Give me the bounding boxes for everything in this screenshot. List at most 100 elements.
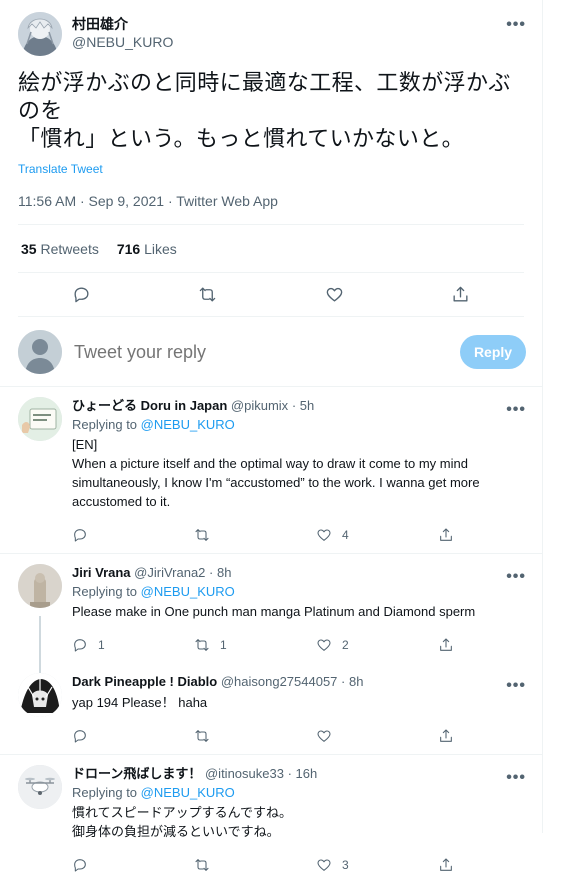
reply-avatar[interactable] bbox=[18, 397, 62, 441]
likes-label: Likes bbox=[144, 240, 177, 257]
reply-author-name[interactable]: Jiri Vrana bbox=[72, 565, 131, 580]
replying-to-link[interactable]: @NEBU_KURO bbox=[141, 417, 235, 432]
reply-like-button[interactable]: 2 bbox=[308, 637, 430, 653]
reply-reply-button[interactable] bbox=[64, 857, 186, 873]
tweet-stats: 35 Retweets 716 Likes bbox=[18, 225, 524, 273]
user-avatar[interactable] bbox=[18, 329, 62, 374]
reply-avatar[interactable] bbox=[18, 673, 62, 717]
reply-share-button[interactable] bbox=[430, 527, 470, 543]
reply-button[interactable]: Reply bbox=[460, 334, 526, 369]
reply-like-button[interactable]: 3 bbox=[308, 857, 430, 873]
reply-author-handle[interactable]: @haisong27544057 bbox=[221, 674, 338, 689]
reply-like-button[interactable]: 4 bbox=[308, 527, 430, 543]
author-handle[interactable]: @NEBU_KURO bbox=[72, 33, 173, 51]
more-options-icon[interactable]: ••• bbox=[506, 568, 526, 586]
retweet-icon bbox=[195, 639, 209, 651]
reply-icon bbox=[74, 639, 86, 652]
more-options-icon[interactable]: ••• bbox=[506, 16, 526, 34]
more-options-icon[interactable]: ••• bbox=[506, 677, 526, 695]
reply-time[interactable]: · 16h bbox=[288, 766, 318, 781]
likes-stat[interactable]: 716 Likes bbox=[117, 241, 177, 257]
reply-avatar[interactable] bbox=[18, 765, 62, 809]
reply-reply-button[interactable] bbox=[64, 728, 186, 744]
retweets-count: 35 bbox=[21, 240, 37, 257]
tweet-timestamp[interactable]: 11:56 AM · Sep 9, 2021 · Twitter Web App bbox=[18, 191, 524, 225]
like-icon bbox=[317, 730, 331, 742]
like-icon bbox=[317, 639, 331, 651]
share-icon bbox=[440, 858, 452, 871]
replying-to-link[interactable]: @NEBU_KURO bbox=[141, 785, 235, 800]
reply-reply-button[interactable]: 1 bbox=[64, 637, 186, 653]
reply-time[interactable]: · 5h bbox=[292, 398, 314, 413]
reply-tweet[interactable]: Jiri Vrana @JiriVrana2 · 8h Replying to … bbox=[0, 554, 542, 692]
reply-time[interactable]: · 8h bbox=[209, 565, 231, 580]
replying-to: Replying to @NEBU_KURO bbox=[72, 415, 526, 435]
reply-retweet-button[interactable] bbox=[186, 527, 308, 543]
reply-actions: 4 bbox=[64, 517, 526, 553]
tweet-actions bbox=[18, 273, 524, 317]
reply-text: yap 194 Please！ haha bbox=[72, 693, 526, 712]
author-name[interactable]: 村田雄介 bbox=[72, 15, 173, 33]
reply-icon[interactable] bbox=[67, 281, 95, 309]
replying-to-link[interactable]: @NEBU_KURO bbox=[141, 584, 235, 599]
replying-to-prefix: Replying to bbox=[72, 785, 141, 800]
reply-author-name[interactable]: ドローン飛ばします！ bbox=[72, 766, 201, 781]
reply-avatar[interactable] bbox=[18, 564, 62, 608]
reply-text-line: 御身体の負担が減るといいですね。 bbox=[72, 824, 280, 839]
reply-composer: Reply bbox=[0, 317, 542, 387]
share-icon bbox=[440, 528, 452, 541]
more-options-icon[interactable]: ••• bbox=[506, 769, 526, 787]
tweet-text: 絵が浮かぶのと同時に最適な工程、工数が浮かぶのを 「慣れ」という。もっと慣れてい… bbox=[18, 70, 524, 154]
replying-to: Replying to @NEBU_KURO bbox=[72, 582, 526, 602]
reply-time[interactable]: · 8h bbox=[341, 674, 363, 689]
main-tweet: 村田雄介 @NEBU_KURO ••• 絵が浮かぶのと同時に最適な工程、工数が浮… bbox=[0, 0, 542, 317]
reply-text-line: 慣れてスピードアップするんですね。 bbox=[72, 805, 292, 820]
reply-author-handle[interactable]: @pikumix bbox=[231, 398, 288, 413]
like-icon[interactable] bbox=[320, 281, 348, 309]
share-icon bbox=[440, 729, 452, 742]
reply-author-handle[interactable]: @JiriVrana2 bbox=[134, 565, 205, 580]
reply-text-line: Please make in One punch man manga Plati… bbox=[72, 604, 476, 619]
reply-actions: 3 bbox=[64, 847, 526, 883]
translate-tweet-link[interactable]: Translate Tweet bbox=[18, 161, 524, 177]
replying-to-prefix: Replying to bbox=[72, 584, 141, 599]
reply-share-button[interactable] bbox=[430, 637, 470, 653]
reply-author-name[interactable]: ひょーどる Doru in Japan bbox=[72, 398, 227, 413]
reply-icon bbox=[74, 859, 86, 872]
reply-tweet[interactable]: Dark Pineapple ! Diablo @haisong27544057… bbox=[0, 663, 542, 755]
retweet-icon bbox=[195, 529, 209, 541]
likes-count: 716 bbox=[116, 240, 141, 257]
like-icon bbox=[317, 859, 331, 871]
more-options-icon[interactable]: ••• bbox=[506, 401, 526, 419]
replying-to-prefix: Replying to bbox=[72, 417, 141, 432]
author-avatar[interactable] bbox=[18, 12, 62, 56]
tweet-text-line: 絵が浮かぶのと同時に最適な工程、工数が浮かぶのを bbox=[18, 71, 511, 124]
reply-share-button[interactable] bbox=[430, 857, 470, 873]
reply-tweet[interactable]: ドローン飛ばします！ @itinosuke33 · 16h Replying t… bbox=[0, 755, 542, 883]
reply-tweet[interactable]: ひょーどる Doru in Japan @pikumix · 5h Replyi… bbox=[0, 387, 542, 554]
reply-share-button[interactable] bbox=[430, 728, 470, 744]
author-row: 村田雄介 @NEBU_KURO ••• bbox=[18, 12, 526, 60]
reply-text: 慣れてスピードアップするんですね。 御身体の負担が減るといいですね。 bbox=[72, 803, 526, 841]
like-count: 3 bbox=[342, 858, 349, 872]
share-icon bbox=[440, 638, 452, 651]
retweets-label: Retweets bbox=[40, 240, 99, 257]
reply-icon bbox=[74, 730, 86, 743]
reply-retweet-button[interactable] bbox=[186, 728, 308, 744]
retweet-count: 1 bbox=[220, 638, 227, 652]
reply-input[interactable] bbox=[74, 339, 460, 364]
share-icon[interactable] bbox=[447, 281, 475, 309]
reply-author-name[interactable]: Dark Pineapple ! Diablo bbox=[72, 674, 217, 689]
retweet-icon[interactable] bbox=[194, 281, 222, 309]
reply-count: 1 bbox=[98, 638, 105, 652]
reply-author-handle[interactable]: @itinosuke33 bbox=[205, 766, 284, 781]
reply-retweet-button[interactable]: 1 bbox=[186, 637, 308, 653]
reply-retweet-button[interactable] bbox=[186, 857, 308, 873]
replying-to: Replying to @NEBU_KURO bbox=[72, 783, 526, 803]
reply-text-line: simultaneously, I know I'm “accustomed” … bbox=[72, 475, 480, 490]
retweets-stat[interactable]: 35 Retweets bbox=[21, 241, 99, 257]
reply-reply-button[interactable] bbox=[64, 527, 186, 543]
reply-like-button[interactable] bbox=[308, 728, 430, 744]
retweet-icon bbox=[195, 859, 209, 871]
like-count: 2 bbox=[342, 638, 349, 652]
